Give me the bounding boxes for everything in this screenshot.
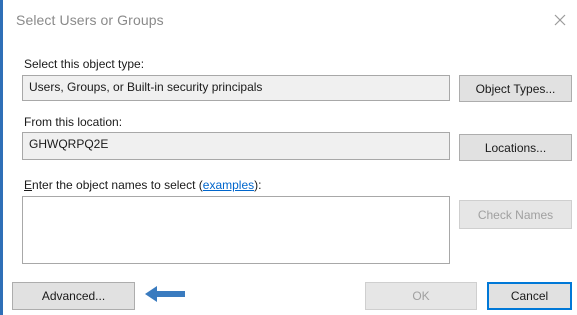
object-types-button[interactable]: Object Types... [459,75,572,102]
location-field: GHWQRPQ2E [22,132,450,160]
arrow-left-icon [145,286,185,302]
location-label: From this location: [24,115,123,129]
window-accent-border [0,0,3,315]
examples-link[interactable]: examples [203,178,254,192]
close-button[interactable] [549,9,571,31]
locations-button[interactable]: Locations... [459,134,572,161]
select-users-dialog: Select Users or Groups Select this objec… [0,0,577,315]
location-value: GHWQRPQ2E [29,137,109,151]
object-names-label-accesskey: E [24,178,33,192]
ok-button[interactable]: OK [365,282,477,310]
cancel-button[interactable]: Cancel [487,282,572,310]
object-type-label: Select this object type: [24,57,145,71]
object-type-field: Users, Groups, or Built-in security prin… [22,75,450,101]
title-bar: Select Users or Groups [3,0,577,42]
object-type-value: Users, Groups, or Built-in security prin… [29,80,263,94]
object-names-input[interactable] [22,196,450,264]
object-names-label-suffix: ): [254,178,262,192]
close-icon [554,14,566,26]
dialog-title: Select Users or Groups [16,12,164,28]
object-names-label: Enter the object names to select (exampl… [24,178,261,192]
check-names-button[interactable]: Check Names [459,200,572,229]
object-names-label-text: nter the object names to select ( [32,178,203,192]
advanced-button[interactable]: Advanced... [12,282,135,310]
